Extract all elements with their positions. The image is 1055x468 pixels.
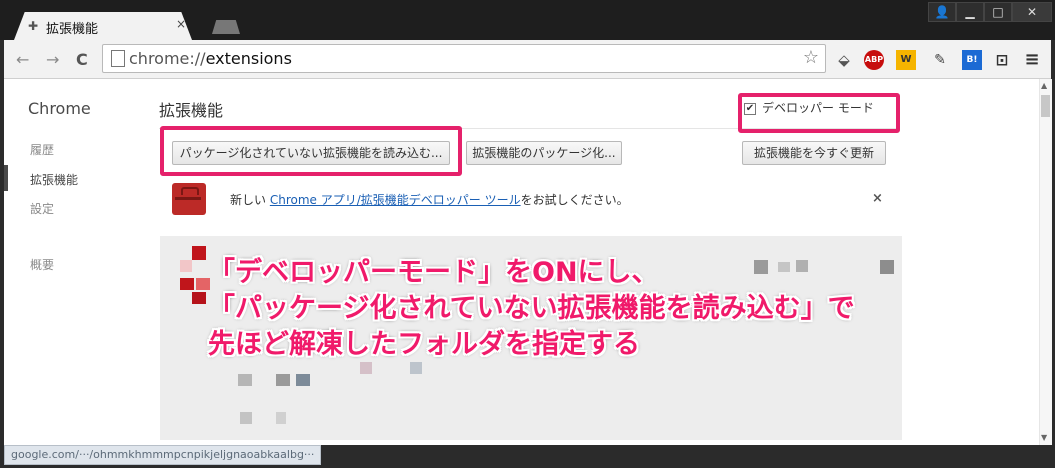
menu-icon[interactable]: ≡ bbox=[1022, 50, 1042, 70]
blurred-icon bbox=[880, 260, 894, 274]
blurred-icon bbox=[192, 292, 206, 304]
url-host: extensions bbox=[205, 49, 292, 68]
page-icon bbox=[111, 50, 125, 67]
sidebar-title: Chrome bbox=[28, 99, 91, 118]
blurred-icon bbox=[180, 278, 194, 290]
maximize-button[interactable]: □ bbox=[984, 2, 1012, 22]
developer-mode-highlight bbox=[738, 93, 900, 133]
vertical-scrollbar[interactable] bbox=[1039, 79, 1052, 445]
scrollbar-thumb[interactable] bbox=[1041, 95, 1050, 117]
minimize-button[interactable]: ▁ bbox=[956, 2, 984, 22]
blurred-icon bbox=[180, 260, 192, 272]
promo-suffix: をお試しください。 bbox=[520, 193, 629, 207]
sidebar-item-settings[interactable]: 設定 bbox=[30, 200, 54, 217]
blurred-icon bbox=[410, 362, 422, 374]
sidebar-item-extensions[interactable]: 拡張機能 bbox=[30, 171, 78, 188]
blurred-icon bbox=[192, 246, 206, 260]
blurred-icon bbox=[796, 260, 808, 272]
promo-prefix: 新しい bbox=[230, 193, 270, 207]
pen-icon[interactable]: ✎ bbox=[930, 50, 950, 70]
tag-icon[interactable]: ⬙ bbox=[834, 50, 854, 70]
blurred-icon bbox=[360, 362, 372, 374]
dev-tools-link[interactable]: Chrome アプリ/拡張機能デベロッパー ツール bbox=[270, 193, 521, 207]
pack-extension-button[interactable]: 拡張機能のパッケージ化... bbox=[466, 141, 622, 165]
blurred-icon bbox=[778, 262, 790, 272]
annotation-line-3: 先ほど解凍したフォルダを指定する bbox=[208, 329, 640, 360]
browser-window: ✚ 拡張機能 × 👤 ▁ □ ✕ ← → C chrome://extensio… bbox=[0, 0, 1055, 468]
tab-close-icon[interactable]: × bbox=[176, 17, 186, 31]
status-bubble: google.com/···/ohmmkhmmmpcnpikjeljgnaoab… bbox=[4, 445, 322, 465]
blurred-icon bbox=[754, 260, 768, 274]
forward-button[interactable]: → bbox=[46, 50, 59, 69]
puzzle-icon: ✚ bbox=[28, 19, 39, 33]
annotation-line-1: 「デベロッパーモード」をONにし、 bbox=[208, 257, 659, 288]
blurred-icon bbox=[276, 412, 286, 424]
plug-icon[interactable]: ⊡ bbox=[992, 50, 1012, 70]
blurred-icon bbox=[276, 374, 290, 386]
load-unpacked-highlight bbox=[160, 126, 462, 176]
hatena-bookmark-icon[interactable]: B! bbox=[962, 50, 982, 70]
blurred-icon bbox=[296, 374, 310, 386]
extensions-page: Chrome 履歴 拡張機能 設定 概要 拡張機能 ✔ デベロッパー モード パッ… bbox=[4, 79, 1052, 445]
sidebar-item-history[interactable]: 履歴 bbox=[30, 141, 54, 158]
blurred-icon bbox=[240, 412, 252, 424]
update-extensions-button[interactable]: 拡張機能を今すぐ更新 bbox=[742, 141, 886, 165]
close-window-button[interactable]: ✕ bbox=[1012, 2, 1052, 22]
scroll-down-icon[interactable]: ▼ bbox=[1041, 433, 1047, 442]
bookmark-star-icon[interactable]: ☆ bbox=[803, 47, 819, 68]
page-title: 拡張機能 bbox=[159, 101, 224, 120]
toolbox-icon bbox=[172, 183, 206, 215]
annotation-line-2: 「パッケージ化されていない拡張機能を読み込む」で bbox=[208, 293, 855, 324]
toolbar: ← → C chrome://extensions ☆ ⬙ ABP W ✎ B!… bbox=[4, 40, 1051, 79]
abp-icon[interactable]: ABP bbox=[864, 50, 884, 70]
sidebar-active-indicator bbox=[4, 165, 8, 191]
reload-button[interactable]: C bbox=[76, 50, 88, 69]
sidebar-item-about[interactable]: 概要 bbox=[30, 256, 54, 273]
back-button[interactable]: ← bbox=[16, 50, 29, 69]
blurred-icon bbox=[238, 374, 252, 386]
w-icon[interactable]: W bbox=[896, 50, 916, 70]
scroll-up-icon[interactable]: ▲ bbox=[1041, 81, 1047, 90]
promo-close-icon[interactable]: × bbox=[872, 191, 883, 206]
dev-tools-promo: 新しい Chrome アプリ/拡張機能デベロッパー ツールをお試しください。 bbox=[230, 191, 629, 208]
user-icon[interactable]: 👤 bbox=[928, 2, 956, 22]
tab-strip: ✚ 拡張機能 × 👤 ▁ □ ✕ bbox=[0, 0, 1055, 40]
address-bar[interactable]: chrome://extensions ☆ bbox=[102, 44, 826, 73]
new-tab-button[interactable] bbox=[212, 20, 240, 34]
tab-title: 拡張機能 bbox=[46, 22, 99, 37]
url-scheme: chrome:// bbox=[129, 49, 206, 68]
url-text: chrome://extensions bbox=[129, 49, 292, 68]
